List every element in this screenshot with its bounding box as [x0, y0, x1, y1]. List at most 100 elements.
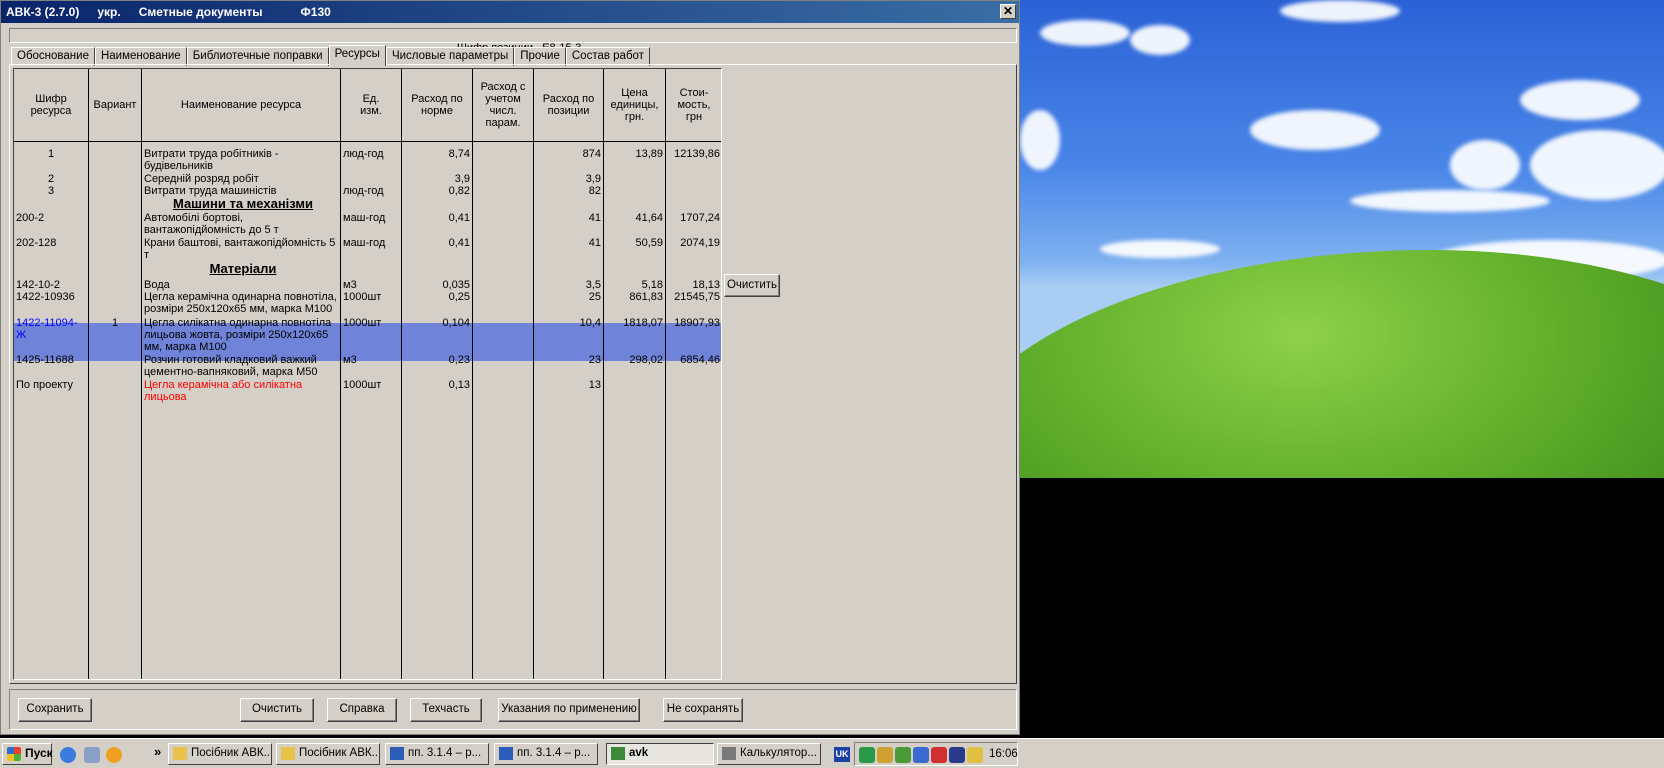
calculator-icon	[722, 747, 736, 760]
position-code-bar: Шифр позиции Е8-15-3	[9, 28, 1017, 54]
taskbar-item[interactable]: Посібник АВК...	[276, 743, 380, 765]
browser-quicklaunch-icon[interactable]	[60, 747, 76, 763]
taskbar-item[interactable]: Посібник АВК...	[168, 743, 272, 765]
start-label: Пуск	[25, 746, 53, 760]
cell-price: 13,89	[635, 148, 663, 160]
close-icon: ✕	[1002, 4, 1014, 18]
tab-resources[interactable]: Ресурсы	[328, 45, 386, 66]
cell-position: 874	[582, 148, 601, 160]
col-header-code[interactable]: Шифр ресурса	[14, 69, 88, 141]
cell-cost: 2074,19	[680, 237, 720, 249]
cell-unit: м3	[343, 279, 357, 291]
document-quicklaunch-icon[interactable]	[84, 747, 100, 763]
tray-app-icon[interactable]	[931, 747, 947, 763]
quicklaunch-more-icon[interactable]: »	[154, 744, 161, 759]
cell-name: Вода	[144, 279, 170, 291]
cell-norm: 3,9	[454, 173, 470, 185]
form-code: Ф130	[300, 5, 331, 19]
section-materials: Матеріали	[209, 261, 277, 276]
tab-strip: Обоснование Наименование Библиотечные по…	[11, 45, 650, 66]
col-header-variant[interactable]: Вариант	[89, 69, 141, 141]
col-header-norm[interactable]: Расход по норме	[402, 69, 472, 141]
document-type: Сметные документы	[138, 5, 263, 19]
resources-grid[interactable]: Шифр ресурса Вариант Наименование ресурс…	[13, 68, 722, 680]
media-player-quicklaunch-icon[interactable]	[106, 747, 122, 763]
cell-unit: 1000шт	[343, 317, 382, 329]
cell-norm: 8,74	[448, 148, 470, 160]
cell-code[interactable]: 1422-11094-Ж	[16, 317, 78, 341]
cell-norm: 0,41	[448, 237, 470, 249]
app-window: АВК-3 (2.7.0) укр. Сметные документы Ф13…	[0, 0, 1020, 735]
cell-code: 3	[47, 185, 55, 197]
cell-cost: 18907,93	[674, 317, 720, 329]
clear-button[interactable]: Очистить	[240, 698, 314, 722]
cell-norm: 0,23	[448, 354, 470, 366]
cell-norm: 0,41	[448, 212, 470, 224]
cell-code: По проекту	[16, 379, 73, 391]
cell-position: 41	[588, 237, 601, 249]
col-header-with-params[interactable]: Расход с учетом числ. парам.	[473, 69, 533, 141]
cell-price: 5,18	[641, 279, 663, 291]
cell-price: 861,83	[629, 291, 663, 303]
tray-app-icon[interactable]	[949, 747, 965, 763]
cell-name: Цегла керамічна одинарна повнотіла, розм…	[144, 291, 337, 315]
guidance-button[interactable]: Указания по применению	[498, 698, 640, 722]
tray-app-icon[interactable]	[877, 747, 893, 763]
word-doc-icon	[390, 747, 404, 760]
start-button[interactable]: Пуск	[2, 743, 53, 765]
taskbar-item[interactable]: пп. 3.1.4 – р...	[385, 743, 489, 765]
cell-unit: маш-год	[343, 237, 386, 249]
app-name: АВК-3 (2.7.0)	[6, 5, 80, 19]
folder-icon	[281, 747, 295, 760]
tray-app-icon[interactable]	[859, 747, 875, 763]
cell-name: Цегла керамічна або силікатна лицьова	[144, 379, 303, 403]
col-header-cost[interactable]: Стои-мость, грн	[666, 69, 721, 141]
cell-price: 50,59	[635, 237, 663, 249]
col-header-unit-price[interactable]: Цена единицы, грн.	[604, 69, 665, 141]
taskbar: Пуск » Посібник АВК... Посібник АВК... п…	[0, 738, 1664, 768]
cell-unit: м3	[343, 354, 357, 366]
cell-code: 202-128	[16, 237, 57, 249]
cell-position: 10,4	[579, 317, 601, 329]
cell-norm: 0,82	[448, 185, 470, 197]
taskbar-item[interactable]: Калькулятор...	[717, 743, 821, 765]
techpart-button[interactable]: Техчасть	[410, 698, 482, 722]
cell-cost: 21545,75	[674, 291, 720, 303]
cell-price: 1818,07	[623, 317, 663, 329]
tray-app-icon[interactable]	[913, 747, 929, 763]
title-bar[interactable]: АВК-3 (2.7.0) укр. Сметные документы Ф13…	[1, 1, 1019, 23]
taskbar-item-active[interactable]: avk	[606, 743, 714, 765]
language-indicator[interactable]: UK	[834, 747, 850, 762]
cell-code: 200-2	[16, 212, 45, 224]
clock[interactable]: 16:06	[989, 748, 1018, 760]
col-header-resource-name[interactable]: Наименование ресурса	[142, 69, 340, 141]
system-tray: 16:06	[854, 742, 1018, 766]
taskbar-item[interactable]: пп. 3.1.4 – р...	[494, 743, 598, 765]
cell-variant: 1	[111, 317, 119, 329]
help-button[interactable]: Справка	[327, 698, 397, 722]
close-button[interactable]: ✕	[1000, 4, 1016, 19]
tray-app-icon[interactable]	[967, 747, 983, 763]
cell-name: Розчин готовий кладковий важкий цементно…	[144, 354, 318, 378]
desktop-wallpaper	[1020, 0, 1664, 478]
cell-norm: 0,035	[442, 279, 470, 291]
col-header-per-position[interactable]: Расход по позиции	[534, 69, 603, 141]
cell-code: 1	[47, 148, 55, 160]
cell-unit: люд-год	[343, 185, 384, 197]
dont-save-button[interactable]: Не сохранять	[663, 698, 743, 722]
cell-unit: маш-год	[343, 212, 386, 224]
cell-position: 3,9	[585, 173, 601, 185]
clear-row-button[interactable]: Очистить	[724, 274, 780, 297]
tray-app-icon[interactable]	[895, 747, 911, 763]
col-header-unit[interactable]: Ед. изм.	[341, 69, 401, 141]
cell-code: 1422-10936	[16, 291, 75, 303]
folder-icon	[173, 747, 187, 760]
cell-code: 142-10-2	[16, 279, 61, 291]
cell-unit: 1000шт	[343, 379, 382, 391]
cell-cost: 6854,46	[680, 354, 720, 366]
language-label: укр.	[97, 5, 121, 19]
section-machines: Машини та механізми	[172, 196, 314, 211]
cell-name: Крани баштові, вантажопідйомність 5 т	[144, 237, 336, 261]
cell-norm: 0,13	[448, 379, 470, 391]
save-button[interactable]: Сохранить	[18, 698, 92, 722]
